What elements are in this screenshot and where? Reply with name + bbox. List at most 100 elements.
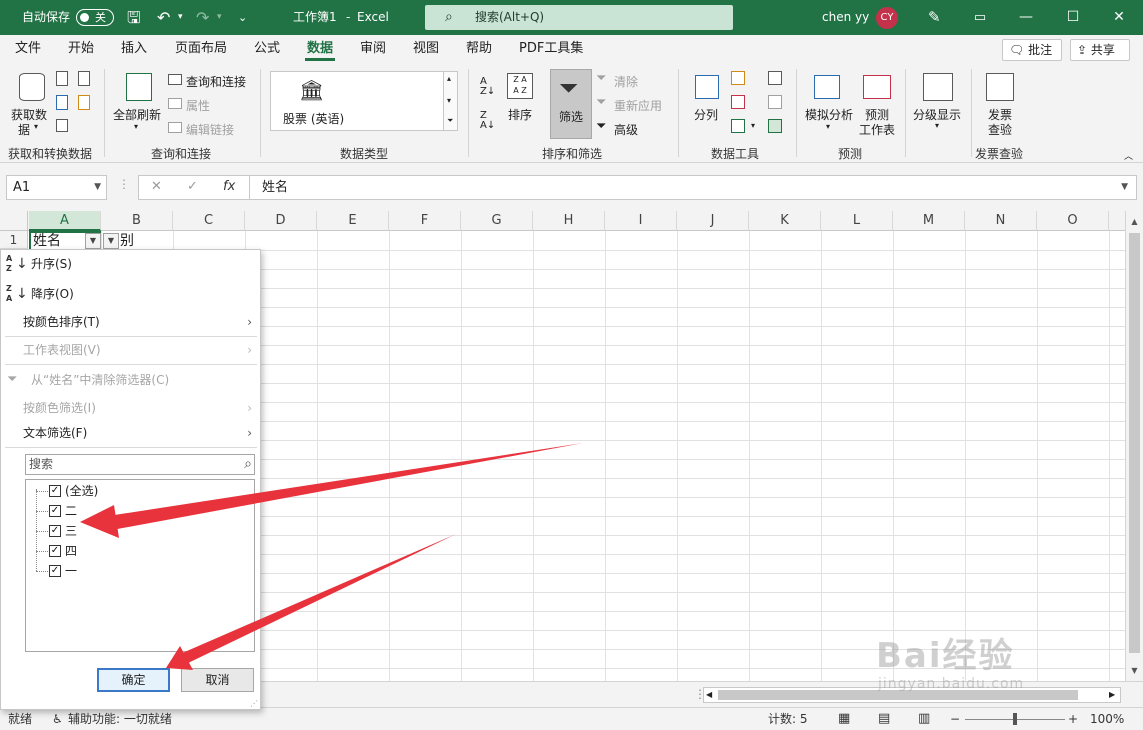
accessibility-status[interactable]: 辅助功能: 一切就绪 [68,708,172,730]
collapse-ribbon-icon[interactable]: ︿ [1124,149,1133,162]
tab-home[interactable]: 开始 [68,35,94,63]
tab-page-layout[interactable]: 页面布局 [175,35,227,63]
zoom-level[interactable]: 100% [1090,708,1124,730]
queries-icon[interactable] [168,74,182,85]
tab-data[interactable]: 数据 [304,35,336,63]
chevron-down-icon[interactable]: ▾ [134,122,138,131]
cancel-icon[interactable]: ✕ [151,179,162,194]
column-header[interactable]: C [173,211,245,231]
advanced-filter-icon[interactable]: ⏷ [596,119,606,134]
vertical-scrollbar[interactable]: ▲ ▼ [1125,211,1143,681]
filter-value-list[interactable]: ✓ (全选) ✓ 二 ✓ 三 ✓ 四 ✓ 一 [25,479,255,652]
chevron-down-icon[interactable]: ▾ [34,122,38,131]
chevron-down-icon[interactable]: ▾ [447,96,451,105]
sort-label[interactable]: 排序 [508,106,532,123]
what-if-icon[interactable] [814,75,840,99]
advanced-label[interactable]: 高级 [614,121,638,138]
tab-pdf-tools[interactable]: PDF工具集 [519,35,583,63]
cancel-button[interactable]: 取消 [181,668,254,692]
tab-view[interactable]: 视图 [413,35,439,63]
column-header[interactable]: I [605,211,677,231]
page-layout-view-icon[interactable]: ▤ [878,708,890,730]
sort-descending-item[interactable]: Z A ↓ 降序(O) [1,281,260,307]
scroll-right-icon[interactable]: ▶ [1109,687,1115,703]
outline-icon[interactable] [923,73,953,101]
name-box[interactable]: A1 ▼ [6,175,107,200]
close-button[interactable]: ✕ [1096,0,1142,35]
checkbox[interactable]: ✓ [49,525,61,537]
avatar[interactable]: CY [876,7,898,29]
what-if-label[interactable]: 模拟分析 [805,106,853,123]
maximize-button[interactable]: ☐ [1050,0,1096,35]
column-header[interactable]: D [245,211,317,231]
cell-b1[interactable]: 别 [120,231,134,251]
invoice-check-icon[interactable] [986,73,1014,101]
column-header[interactable]: K [749,211,821,231]
checkbox[interactable]: ✓ [49,505,61,517]
chevron-down-icon[interactable]: ▾ [826,122,830,131]
minimize-button[interactable]: — [1003,0,1049,35]
flash-fill-icon[interactable] [731,71,745,85]
checkbox[interactable]: ✓ [49,565,61,577]
tab-formulas[interactable]: 公式 [254,35,280,63]
ribbon-display-icon[interactable]: ▭ [957,0,1003,35]
database-icon[interactable] [19,73,45,101]
tab-file[interactable]: 文件 [15,35,41,63]
user-name[interactable]: chen yy [822,0,869,35]
column-header[interactable]: M [893,211,965,231]
checkbox[interactable]: ✓ [49,545,61,557]
column-header[interactable]: B [101,211,173,231]
scroll-down-icon[interactable]: ▼ [1126,664,1143,678]
redo-dropdown-icon[interactable]: ▾ [217,0,222,35]
queries-connections-label[interactable]: 查询和连接 [186,73,246,90]
from-table-icon[interactable] [56,95,68,110]
refresh-all-icon[interactable] [126,73,152,101]
save-icon[interactable]: 🖫 [127,0,141,35]
tab-help[interactable]: 帮助 [466,35,492,63]
autosave-toggle[interactable]: 关 [76,9,114,26]
customize-qat-icon[interactable]: ⌄ [238,0,247,35]
sort-asc-icon[interactable]: A Z↓ [480,77,495,97]
row-header[interactable]: 1 [0,231,28,249]
comments-button[interactable]: 🗨 批注 [1002,39,1062,61]
search-box[interactable]: ⌕ 搜索(Alt+Q) [425,5,733,30]
undo-dropdown-icon[interactable]: ▾ [178,0,183,35]
tab-review[interactable]: 审阅 [360,35,386,63]
sort-ascending-item[interactable]: A Z ↓ 升序(S) [1,251,260,277]
refresh-all-label[interactable]: 全部刷新 [113,106,161,123]
undo-icon[interactable]: ↶ [157,0,170,35]
column-header[interactable]: E [317,211,389,231]
data-type-gallery[interactable]: 🏛 股票 (英语) [270,71,458,131]
column-header[interactable]: G [461,211,533,231]
pen-icon[interactable]: ✎ [928,0,941,35]
data-model-icon[interactable] [768,119,782,133]
sort-desc-icon[interactable]: Z A↓ [480,111,495,131]
filter-dropdown-button[interactable]: ▼ [103,233,119,249]
zoom-slider-handle[interactable] [1013,713,1017,725]
tab-insert[interactable]: 插入 [121,35,147,63]
from-web-icon[interactable] [78,71,90,86]
checkbox[interactable]: ✓ [49,485,61,497]
remove-duplicates-icon[interactable] [731,95,745,109]
column-header[interactable]: O [1037,211,1109,231]
data-validation-icon[interactable] [731,119,745,133]
chevron-down-icon[interactable]: ▾ [935,121,939,130]
insert-function-icon[interactable]: fx [223,179,235,194]
from-text-icon[interactable] [56,71,68,86]
ok-button[interactable]: 确定 [97,668,170,692]
column-header[interactable]: F [389,211,461,231]
filter-dropdown-button[interactable]: ▼ [85,233,101,249]
consolidate-icon[interactable] [768,71,782,85]
chevron-down-icon[interactable]: ▾ [751,121,755,130]
forecast-label-2[interactable]: 工作表 [859,121,895,138]
invoice-label-2[interactable]: 查验 [988,121,1012,138]
forecast-sheet-icon[interactable] [863,75,891,99]
select-all-corner[interactable] [0,211,28,231]
column-header[interactable]: A [29,211,101,231]
scroll-thumb[interactable] [1129,233,1140,653]
formula-input[interactable]: 姓名 ▼ [250,175,1137,200]
text-to-columns-label[interactable]: 分列 [694,106,718,123]
accessibility-icon[interactable]: ♿ [52,708,63,730]
existing-connections-icon[interactable] [56,119,68,132]
chevron-up-icon[interactable]: ▴ [447,74,451,83]
